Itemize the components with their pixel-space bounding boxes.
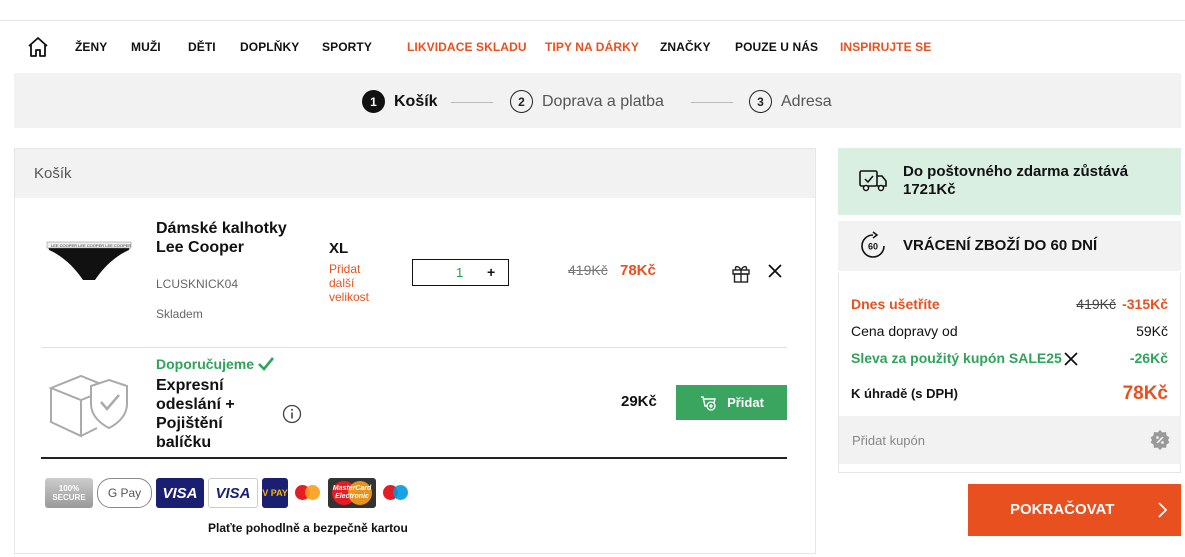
visa-electron-logo: VISA	[208, 478, 258, 508]
step-number: 1	[362, 90, 385, 113]
divider	[41, 347, 787, 348]
shipping-label: Cena dopravy od	[851, 323, 958, 339]
total-label: K úhradě (s DPH)	[851, 386, 958, 401]
coupon-placeholder: Přidat kupón	[852, 433, 925, 448]
nav-item-znacky[interactable]: ZNAČKY	[660, 40, 711, 54]
maestro-logo: maestro	[292, 478, 324, 508]
nav-item-likvidace-skladu[interactable]: LIKVIDACE SKLADU	[407, 40, 527, 54]
total-value: 78Kč	[1122, 383, 1168, 404]
product-name[interactable]: Dámské kalhotky Lee Cooper	[156, 219, 306, 257]
checkout-stepper: 1 Košík 2 Doprava a platba 3 Adresa	[14, 73, 1181, 128]
home-icon[interactable]	[27, 36, 49, 58]
mastercard-electronic-logo: MasterCard Electronic	[328, 478, 376, 508]
nav-item-pouze-u-nas[interactable]: POUZE U NÁS	[735, 40, 818, 54]
order-summary: Dnes ušetříte 419Kč -315Kč Cena dopravy …	[838, 273, 1181, 473]
svg-text:LEE COOPER LEE COOPER LEE CO: LEE COOPER LEE COOPER LEE COOPER	[51, 243, 131, 248]
step-adresa[interactable]: 3 Adresa	[749, 90, 832, 113]
step-label: Doprava a platba	[542, 92, 664, 110]
step-doprava[interactable]: 2 Doprava a platba	[510, 90, 664, 113]
cart-title: Košík	[34, 165, 72, 182]
continue-label: POKRAČOVAT	[1010, 501, 1115, 518]
quantity-plus-button[interactable]: +	[487, 264, 495, 280]
product-size: XL	[329, 240, 349, 257]
savings-value: -315Kč	[1122, 296, 1168, 312]
cart-panel: Košík LEE COOPER LEE COOPER LEE COOPER D…	[14, 148, 816, 554]
insurance-price: 29Kč	[621, 393, 657, 410]
add-insurance-button[interactable]: Přidat	[676, 385, 787, 420]
step-divider	[451, 102, 493, 103]
secure-badge-logo: 100% SECURE	[45, 478, 93, 508]
nav-item-tipy-na-darky[interactable]: TIPY NA DÁRKY	[545, 40, 639, 54]
step-label: Adresa	[781, 92, 832, 110]
package-shield-icon	[48, 374, 128, 438]
secure-payment-text: Plaťte pohodlně a bezpečně kartou	[208, 521, 408, 535]
product-stock: Skladem	[156, 307, 203, 321]
vpay-logo: V PAY	[262, 478, 288, 508]
nav-item-zeny[interactable]: ŽENY	[75, 40, 107, 54]
google-pay-logo: G Pay	[97, 478, 152, 508]
return-icon-text: 60	[868, 242, 878, 252]
product-sku: LCUSKNICK04	[156, 277, 239, 291]
quantity-value[interactable]: 1	[456, 265, 463, 280]
recommend-label: Doporučujeme	[156, 356, 275, 372]
coupon-label: Sleva za použitý kupón SALE25	[851, 350, 1062, 366]
quantity-stepper[interactable]: 1 +	[412, 259, 509, 286]
nav-item-muzi[interactable]: MUŽI	[131, 40, 161, 54]
cart-plus-icon	[701, 395, 717, 411]
insurance-name: Expresní odeslání + Pojištění balíčku	[156, 377, 235, 451]
check-icon	[258, 357, 275, 371]
step-kosik[interactable]: 1 Košík	[362, 90, 438, 113]
visa-logo: VISA	[156, 478, 204, 508]
step-number: 2	[510, 90, 533, 113]
add-insurance-label: Přidat	[727, 395, 764, 410]
free-shipping-text: Do poštovného zdarma zůstává 1721Kč	[903, 163, 1129, 198]
step-label: Košík	[394, 92, 438, 110]
gift-icon[interactable]	[731, 263, 751, 283]
delivery-truck-icon	[859, 170, 887, 192]
cart-header: Košík	[15, 149, 815, 198]
coupon-value: -26Kč	[1129, 350, 1168, 366]
step-divider	[691, 102, 733, 103]
remove-coupon-icon[interactable]	[1064, 352, 1078, 366]
free-shipping-banner: Do poštovného zdarma zůstává 1721Kč	[838, 148, 1181, 215]
divider	[41, 457, 787, 459]
mastercard-electronic-text: MasterCard Electronic	[332, 485, 372, 500]
product-image[interactable]: LEE COOPER LEE COOPER LEE COOPER	[45, 234, 133, 290]
nav-item-deti[interactable]: DĚTI	[188, 40, 216, 54]
info-icon[interactable]	[282, 404, 302, 424]
return-60-days-icon: 60	[861, 231, 885, 258]
recommend-text: Doporučujeme	[156, 356, 255, 372]
product-price-new: 78Kč	[620, 262, 656, 279]
shipping-value: 59Kč	[1136, 323, 1168, 339]
close-icon[interactable]	[767, 263, 783, 279]
add-size-link[interactable]: Přidat další velikost	[329, 262, 389, 304]
chevron-right-icon	[1158, 502, 1168, 518]
nav-item-sporty[interactable]: SPORTY	[322, 40, 372, 54]
step-number: 3	[749, 90, 772, 113]
maestro-logo: maestro	[380, 478, 412, 508]
savings-label: Dnes ušetříte	[851, 296, 940, 312]
payment-logos: 100% SECURE G Pay VISA VISA V PAY maestr…	[45, 476, 412, 510]
discount-badge-icon[interactable]	[1149, 429, 1171, 451]
nav-item-doplnky[interactable]: DOPLŇKY	[240, 40, 299, 54]
continue-button[interactable]: POKRAČOVAT	[968, 484, 1181, 536]
coupon-input[interactable]: Přidat kupón	[839, 416, 1181, 464]
nav-item-inspirujte-se[interactable]: INSPIRUJTE SE	[840, 40, 931, 54]
main-nav: ŽENY MUŽI DĚTI DOPLŇKY SPORTY LIKVIDACE …	[0, 20, 1185, 72]
returns-text: VRÁCENÍ ZBOŽÍ DO 60 DNÍ	[903, 237, 1098, 254]
returns-banner: 60 VRÁCENÍ ZBOŽÍ DO 60 DNÍ	[838, 221, 1181, 271]
savings-old-price: 419Kč	[1076, 296, 1116, 312]
product-price-old: 419Kč	[568, 262, 608, 278]
